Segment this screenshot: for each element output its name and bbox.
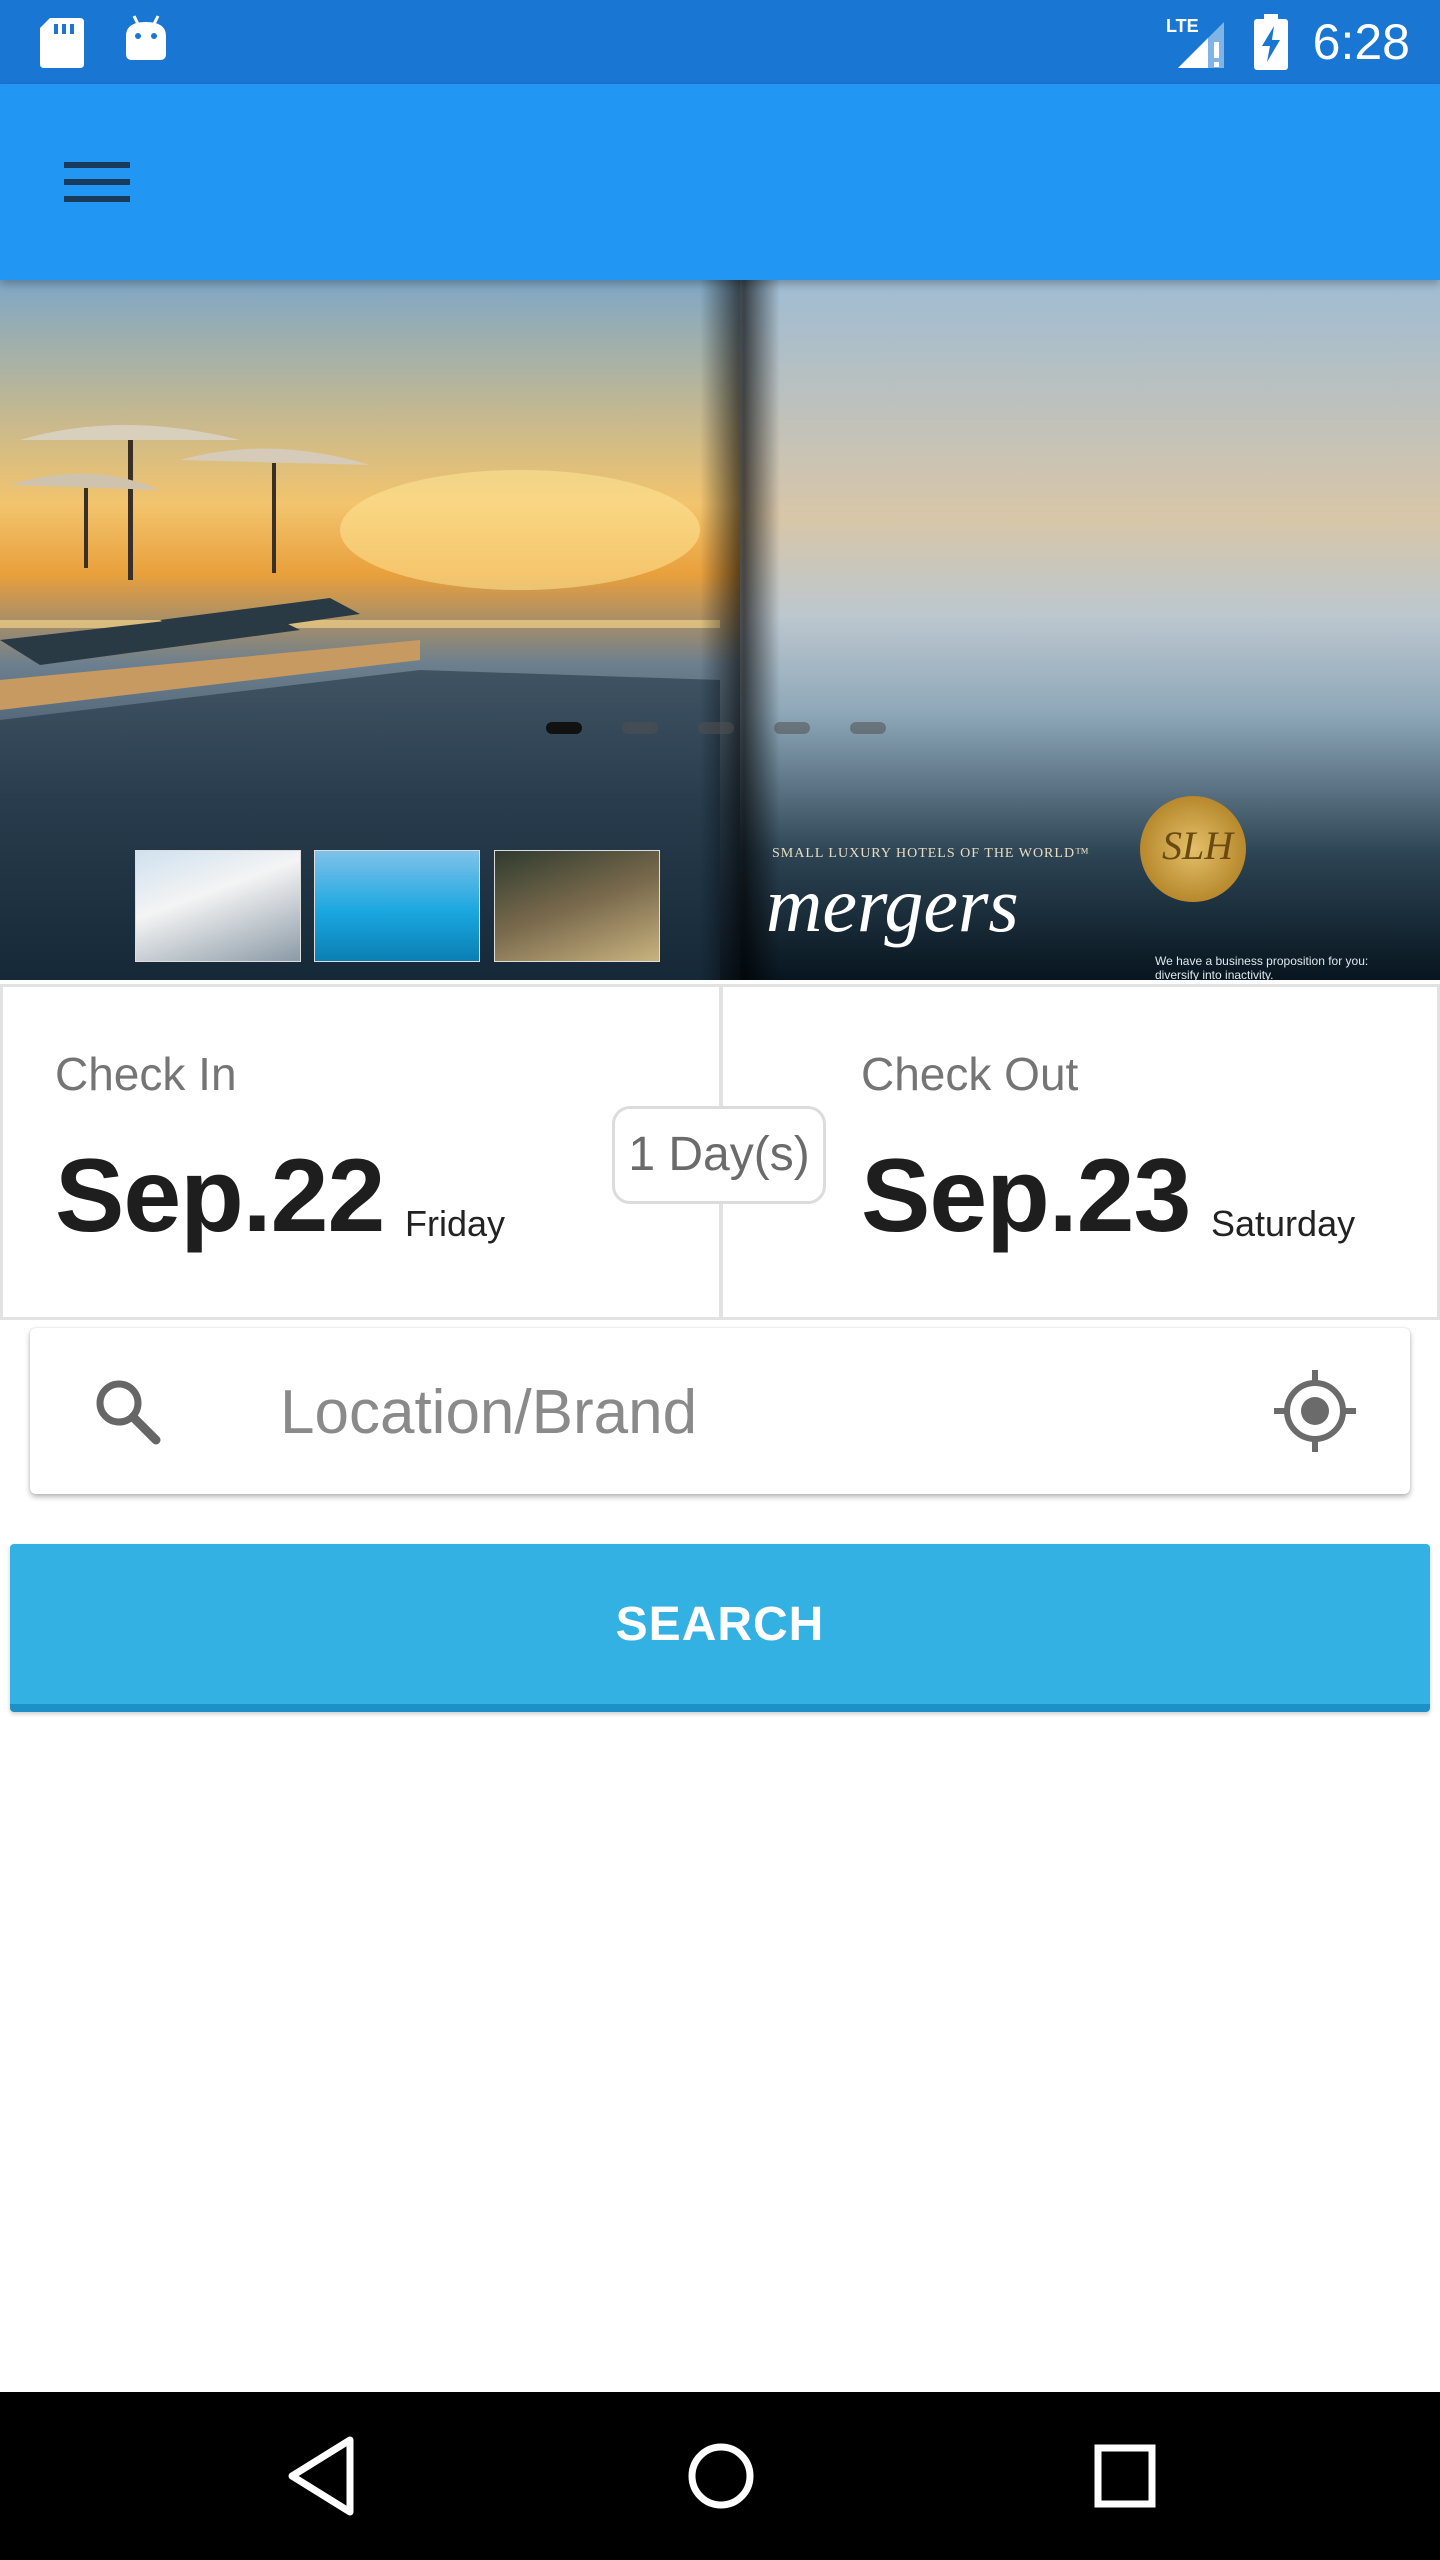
ad-thumbnail xyxy=(135,850,301,962)
app-bar xyxy=(0,84,1440,280)
recents-icon[interactable] xyxy=(1092,2434,1158,2518)
my-location-icon[interactable] xyxy=(1270,1366,1360,1456)
ad-title: mergers xyxy=(766,861,1019,948)
status-bar: LTE 6:28 xyxy=(0,0,1440,84)
carousel-dot[interactable] xyxy=(546,722,582,734)
network-label: LTE xyxy=(1166,16,1199,36)
ad-small-text: We have a business proposition for you: … xyxy=(1155,954,1369,980)
carousel-indicator xyxy=(546,722,886,734)
ad-thumbnail xyxy=(494,850,660,962)
check-in-weekday: Friday xyxy=(405,1203,506,1244)
check-out-weekday: Saturday xyxy=(1211,1203,1356,1244)
hamburger-menu-icon[interactable] xyxy=(52,142,144,222)
signal-icon: LTE xyxy=(1166,16,1224,68)
system-nav-bar xyxy=(0,2392,1440,2560)
check-in-date: Sep.22 xyxy=(55,1138,385,1254)
location-brand-input[interactable] xyxy=(278,1356,1232,1468)
carousel-dot[interactable] xyxy=(850,722,886,734)
check-out-date: Sep.23 xyxy=(861,1138,1191,1254)
nights-count-badge: 1 Day(s) xyxy=(612,1106,826,1204)
search-icon xyxy=(96,1380,161,1445)
carousel-dot[interactable] xyxy=(698,722,734,734)
sd-card-icon xyxy=(40,18,84,68)
check-out-selector[interactable]: Check Out Sep.23 Saturday xyxy=(720,984,1440,1320)
check-out-label: Check Out xyxy=(861,1048,1079,1100)
carousel-dot[interactable] xyxy=(622,722,658,734)
search-button[interactable]: SEARCH xyxy=(10,1544,1430,1712)
carousel-dot[interactable] xyxy=(774,722,810,734)
location-search-field[interactable] xyxy=(30,1328,1410,1494)
check-in-label: Check In xyxy=(55,1048,237,1100)
seal-text: SLH xyxy=(1162,823,1234,868)
home-icon[interactable] xyxy=(686,2434,756,2518)
android-icon xyxy=(126,15,166,60)
status-clock: 6:28 xyxy=(1312,14,1410,70)
battery-charging-icon xyxy=(1254,14,1288,70)
ad-thumbnail xyxy=(314,850,480,962)
back-icon[interactable] xyxy=(282,2434,358,2518)
